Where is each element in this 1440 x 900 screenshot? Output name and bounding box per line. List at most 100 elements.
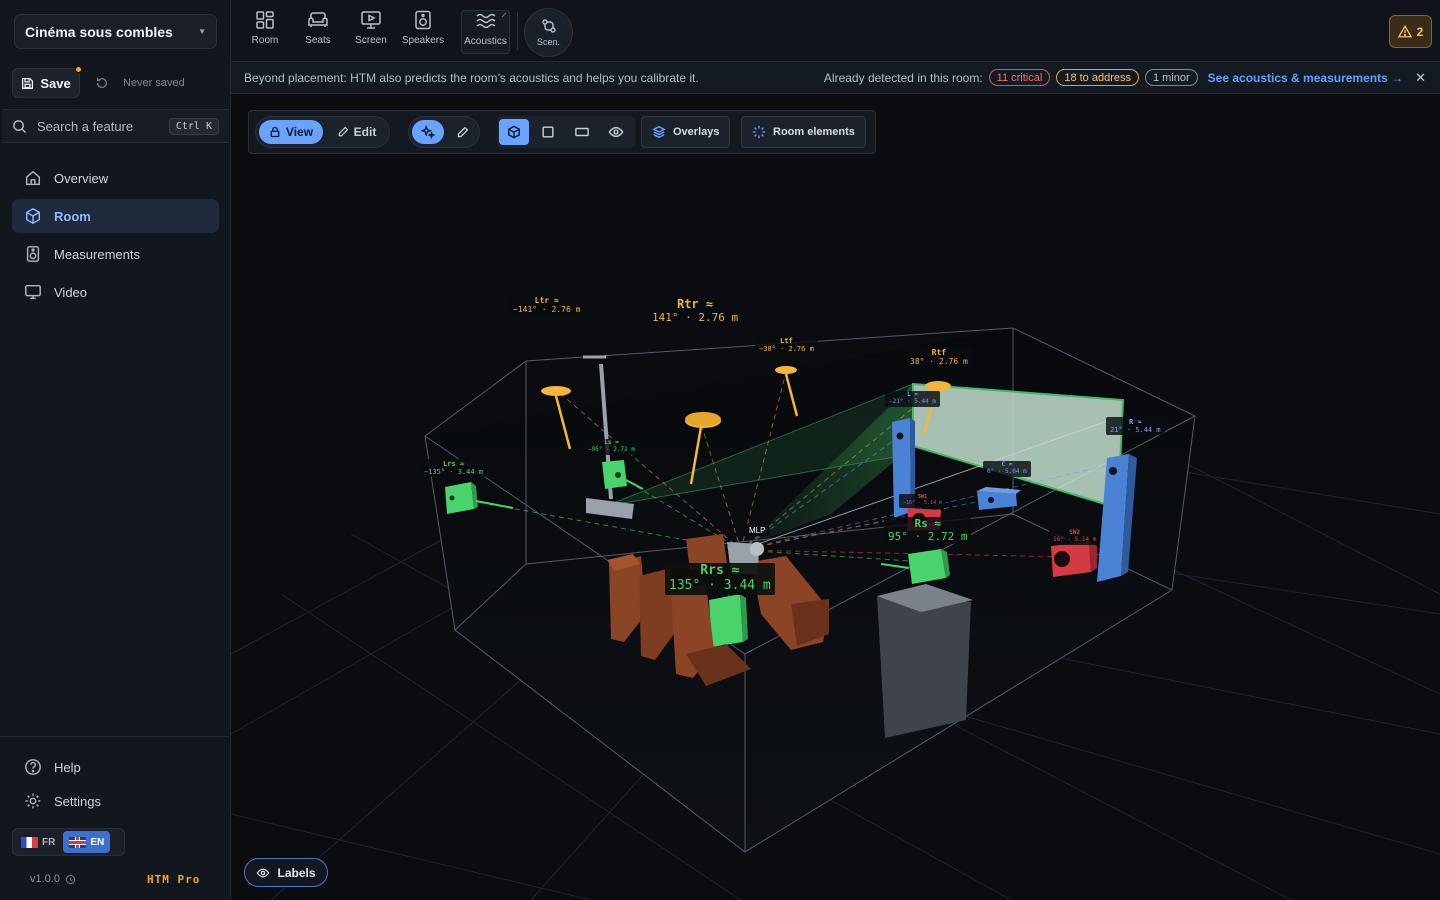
help-icon (25, 759, 41, 775)
project-name: Cinéma sous combles (25, 23, 173, 40)
speaker-name: Rrs ≈ (700, 563, 740, 578)
view-pov-button[interactable] (601, 119, 631, 145)
speaker-label-Rtf: Rtf 38° · 2.76 m (906, 347, 972, 368)
feature-search[interactable]: Search a feature Ctrl K (2, 109, 229, 143)
settings-link[interactable]: Settings (12, 786, 219, 816)
alerts-count: 2 (1416, 24, 1424, 39)
mlp-label: MLP (745, 525, 770, 537)
speaker-position: 95° · 2.72 m (888, 529, 968, 543)
eye-icon (257, 868, 270, 877)
sparkle-tool-button[interactable] (412, 120, 444, 144)
unsaved-indicator (75, 66, 82, 73)
nav-item-room[interactable]: Room (12, 199, 219, 233)
overlays-button[interactable]: Overlays (641, 116, 731, 148)
overlays-label: Overlays (673, 126, 720, 138)
labels-label: Labels (277, 865, 316, 880)
issues-to-address-badge[interactable]: 18 to address (1056, 69, 1139, 86)
tool-label: Acoustics (464, 36, 507, 47)
view-mode-button[interactable]: View (259, 120, 323, 144)
cube-icon (508, 125, 520, 139)
screen-icon (361, 11, 381, 29)
speaker-label-Rs: Rs ≈ 95° · 2.72 m (884, 517, 972, 545)
nav-item-measurements[interactable]: Measurements (12, 237, 219, 271)
tool-label: Room (251, 35, 279, 46)
speaker-label-SW2: SW2 16° · 5.14 m (1049, 529, 1101, 545)
subwoofer-SW2[interactable] (1051, 542, 1097, 577)
banner-text: Beyond placement: HTM also predicts the … (244, 70, 699, 85)
caret-down-icon: ▼ (198, 27, 206, 36)
edit-label: Edit (353, 125, 377, 139)
sidebar: Cinéma sous combles ▼ Save Never saved S… (0, 0, 231, 900)
rectangle-icon (575, 127, 589, 137)
waves-icon (475, 13, 496, 29)
lock-icon (270, 126, 280, 138)
speaker-position: 0° · 5.04 m (987, 467, 1027, 475)
speaker-label-Ltf: Ltf −38° · 2.76 m (755, 336, 818, 355)
room-elements-button[interactable]: Room elements (741, 116, 866, 148)
speaker-position: −135° · 3.44 m (424, 468, 484, 477)
revert-button[interactable] (88, 69, 116, 97)
draw-tool-button[interactable] (446, 120, 478, 144)
tool-room[interactable]: Room (240, 10, 290, 54)
project-selector[interactable]: Cinéma sous combles ▼ (14, 14, 217, 49)
edit-mode-button[interactable]: Edit (326, 120, 387, 144)
scenarios-button[interactable]: Scen. (524, 8, 573, 57)
history-icon[interactable] (65, 874, 76, 885)
speaker-name: Ltf (780, 337, 793, 345)
tool-seats[interactable]: Seats (293, 10, 343, 54)
detected-label: Already detected in this room: (823, 70, 983, 85)
speaker-position: 38° · 2.76 m (910, 357, 968, 367)
view-top-button[interactable] (533, 119, 563, 145)
nav-item-video[interactable]: Video (12, 275, 219, 309)
floppy-icon (22, 77, 34, 89)
speaker-name: Rtf (931, 348, 947, 357)
alerts-button[interactable]: 2 (1389, 15, 1432, 48)
speaker-name: Rs ≈ (914, 517, 941, 530)
mode-toggle: View Edit (255, 116, 390, 148)
warning-icon (1397, 25, 1412, 38)
speaker-icon (26, 246, 40, 262)
speaker-position: 141° · 2.76 m (652, 310, 739, 324)
room-scene[interactable] (231, 94, 1440, 900)
view-3d-button[interactable] (499, 119, 529, 145)
tool-acoustics[interactable]: Acoustics (461, 10, 510, 54)
home-icon (25, 170, 41, 186)
help-link[interactable]: Help (12, 752, 219, 782)
speaker-name: R ≈ (1128, 418, 1142, 426)
lang-en-button[interactable]: EN (63, 831, 111, 853)
see-acoustics-link[interactable]: See acoustics & measurements → (1208, 71, 1403, 85)
minor-issues-badge[interactable]: 1 minor (1144, 69, 1198, 86)
speaker-label-Ls: Ls ≈ −95° · 2.72 m (584, 439, 639, 455)
tool-screen[interactable]: Screen (346, 10, 396, 54)
flag-fr-icon (21, 836, 38, 848)
nav-item-overview[interactable]: Overview (12, 161, 219, 195)
lang-fr-button[interactable]: FR (15, 831, 61, 853)
tool-speakers[interactable]: Speakers (398, 10, 448, 54)
settings-label: Settings (54, 793, 101, 809)
labels-toggle-button[interactable]: Labels (244, 858, 328, 887)
revert-icon (96, 77, 108, 89)
search-icon (13, 119, 27, 133)
nav-item-label: Room (54, 208, 91, 224)
tool-label: Seats (305, 35, 331, 46)
search-placeholder: Search a feature (37, 118, 134, 134)
speaker-position: 16° · 5.14 m (1053, 535, 1097, 543)
speaker-label-SW1: SW1 −16° · 5.14 m (899, 494, 947, 508)
speaker-label-L: L ≈ −21° · 5.44 m (885, 391, 940, 407)
save-row: Save Never saved (12, 66, 222, 98)
save-button[interactable]: Save (12, 66, 82, 98)
app-version: v1.0.0 (30, 873, 76, 885)
close-icon[interactable]: ✕ (1415, 70, 1426, 86)
speaker-Rrs[interactable] (709, 594, 748, 647)
tool-label: Screen (355, 35, 387, 46)
room-3d-viewport[interactable]: Ltr ≈ −141° · 2.76 m Rtr ≈ 141° · 2.76 m… (231, 94, 1440, 900)
view-front-button[interactable] (567, 119, 597, 145)
speaker-name: Rtr ≈ (676, 297, 714, 311)
view-label: View (285, 125, 314, 139)
critical-issues-badge[interactable]: 11 critical (988, 69, 1051, 86)
acoustics-banner: Beyond placement: HTM also predicts the … (231, 62, 1440, 94)
cube-icon (25, 207, 41, 225)
speaker-position: 21° · 5.44 m (1110, 426, 1161, 435)
save-label: Save (40, 75, 71, 91)
speaker-position: −21° · 5.44 m (889, 397, 936, 405)
